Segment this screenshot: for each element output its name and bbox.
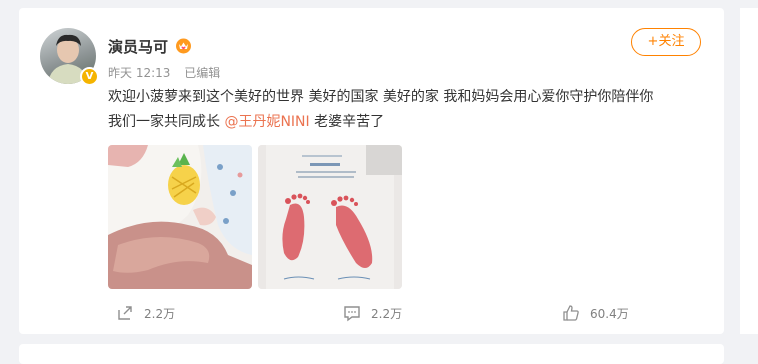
post-text-segment: 我们一家共同成长 (108, 114, 225, 130)
comment-count: 2.2万 (371, 306, 403, 321)
next-post-card (19, 344, 724, 364)
edited-label: 已编辑 (184, 66, 221, 80)
post-photo-footprint[interactable] (258, 145, 402, 289)
like-button[interactable]: 60.4万 (562, 304, 629, 322)
action-bar: 2.2万 2.2万 60.4万 (19, 300, 724, 326)
comment-icon (344, 306, 360, 322)
post-text-line: 欢迎小菠萝来到这个美好的世界 美好的国家 美好的家 我和妈妈会用心爱你守护你陪伴… (108, 89, 654, 105)
like-count: 60.4万 (590, 306, 629, 321)
repost-icon (118, 306, 132, 320)
post-meta: 昨天 12:13 已编辑 (108, 64, 230, 81)
crown-heart-icon (176, 38, 191, 54)
repost-count: 2.2万 (144, 306, 176, 321)
post-text-segment: 老婆辛苦了 (309, 114, 385, 130)
side-panel-edge (740, 8, 758, 334)
repost-button[interactable]: 2.2万 (116, 304, 175, 322)
author-name[interactable]: 演员马可 (108, 36, 168, 57)
thumbs-up-icon (563, 305, 579, 321)
post-body: 欢迎小菠萝来到这个美好的世界 美好的国家 美好的家 我和妈妈会用心爱你守护你陪伴… (108, 85, 708, 135)
verified-badge-icon: V (80, 67, 99, 86)
post-time[interactable]: 昨天 12:13 (108, 66, 170, 80)
follow-button[interactable]: +关注 (631, 28, 701, 56)
mention-link[interactable]: @王丹妮NINI (224, 114, 309, 130)
post-photo-baby-hand[interactable] (108, 145, 252, 289)
post-text-line: 我们一家共同成长 @王丹妮NINI 老婆辛苦了 (108, 110, 708, 135)
comment-button[interactable]: 2.2万 (343, 304, 402, 322)
